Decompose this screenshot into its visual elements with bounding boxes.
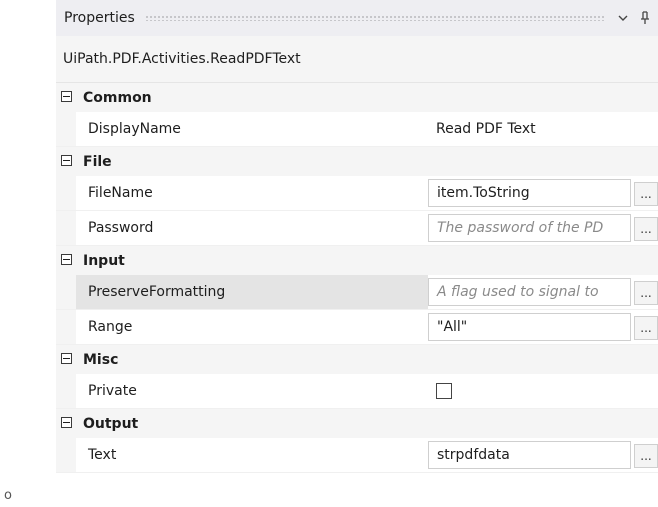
displayname-value[interactable]: Read PDF Text	[436, 121, 536, 137]
panel-title: Properties	[64, 10, 135, 26]
property-name[interactable]: PreserveFormatting	[76, 275, 428, 309]
category-file: File	[56, 147, 658, 176]
collapse-icon[interactable]	[61, 353, 72, 364]
activity-type-bar: UiPath.PDF.Activities.ReadPDFText	[56, 36, 658, 83]
property-row-filename: FileName item.ToString ...	[56, 176, 658, 211]
collapse-icon[interactable]	[61, 254, 72, 265]
category-label: File	[83, 153, 112, 170]
filename-input[interactable]: item.ToString	[428, 179, 631, 207]
password-expression-button[interactable]: ...	[634, 217, 658, 241]
password-input[interactable]: The password of the PD	[428, 214, 631, 242]
property-row-preserveformatting: PreserveFormatting A flag used to signal…	[56, 275, 658, 310]
filename-expression-button[interactable]: ...	[634, 182, 658, 206]
category-label: Output	[83, 415, 139, 432]
property-row-range: Range "All" ...	[56, 310, 658, 345]
category-misc: Misc	[56, 345, 658, 374]
property-name: Password	[88, 220, 154, 236]
property-row-private: Private	[56, 374, 658, 409]
property-name: Text	[88, 447, 117, 463]
collapse-icon[interactable]	[61, 155, 72, 166]
property-name: DisplayName	[88, 121, 181, 137]
property-name: FileName	[88, 185, 153, 201]
pin-icon[interactable]	[636, 9, 654, 27]
property-value-cell[interactable]: Read PDF Text	[428, 112, 658, 146]
text-output-input[interactable]: strpdfdata	[428, 441, 631, 469]
property-name: Private	[88, 383, 137, 399]
property-name: Range	[88, 319, 133, 335]
collapse-icon[interactable]	[61, 91, 72, 102]
preserveformatting-expression-button[interactable]: ...	[634, 281, 658, 305]
range-expression-button[interactable]: ...	[634, 316, 658, 340]
collapse-icon[interactable]	[61, 417, 72, 428]
category-common: Common	[56, 83, 658, 112]
titlebar-grip[interactable]	[144, 15, 604, 21]
category-label: Common	[83, 89, 152, 106]
property-grid: Common DisplayName Read PDF Text File Fi…	[56, 83, 658, 473]
chevron-down-icon[interactable]	[614, 9, 632, 27]
category-label: Input	[83, 252, 125, 269]
preserveformatting-input[interactable]: A flag used to signal to	[428, 278, 631, 306]
private-checkbox[interactable]	[436, 383, 452, 399]
stray-glyph: o	[4, 488, 12, 503]
activity-type-label: UiPath.PDF.Activities.ReadPDFText	[63, 51, 301, 67]
property-row-password: Password The password of the PD ...	[56, 211, 658, 246]
range-input[interactable]: "All"	[428, 313, 631, 341]
property-row-text: Text strpdfdata ...	[56, 438, 658, 473]
category-output: Output	[56, 409, 658, 438]
properties-titlebar: Properties	[56, 0, 658, 36]
text-expression-button[interactable]: ...	[634, 444, 658, 468]
property-row-displayname: DisplayName Read PDF Text	[56, 112, 658, 147]
category-input: Input	[56, 246, 658, 275]
category-label: Misc	[83, 351, 119, 368]
properties-panel: Properties UiPath.PDF.Activities.ReadPDF…	[56, 0, 658, 507]
